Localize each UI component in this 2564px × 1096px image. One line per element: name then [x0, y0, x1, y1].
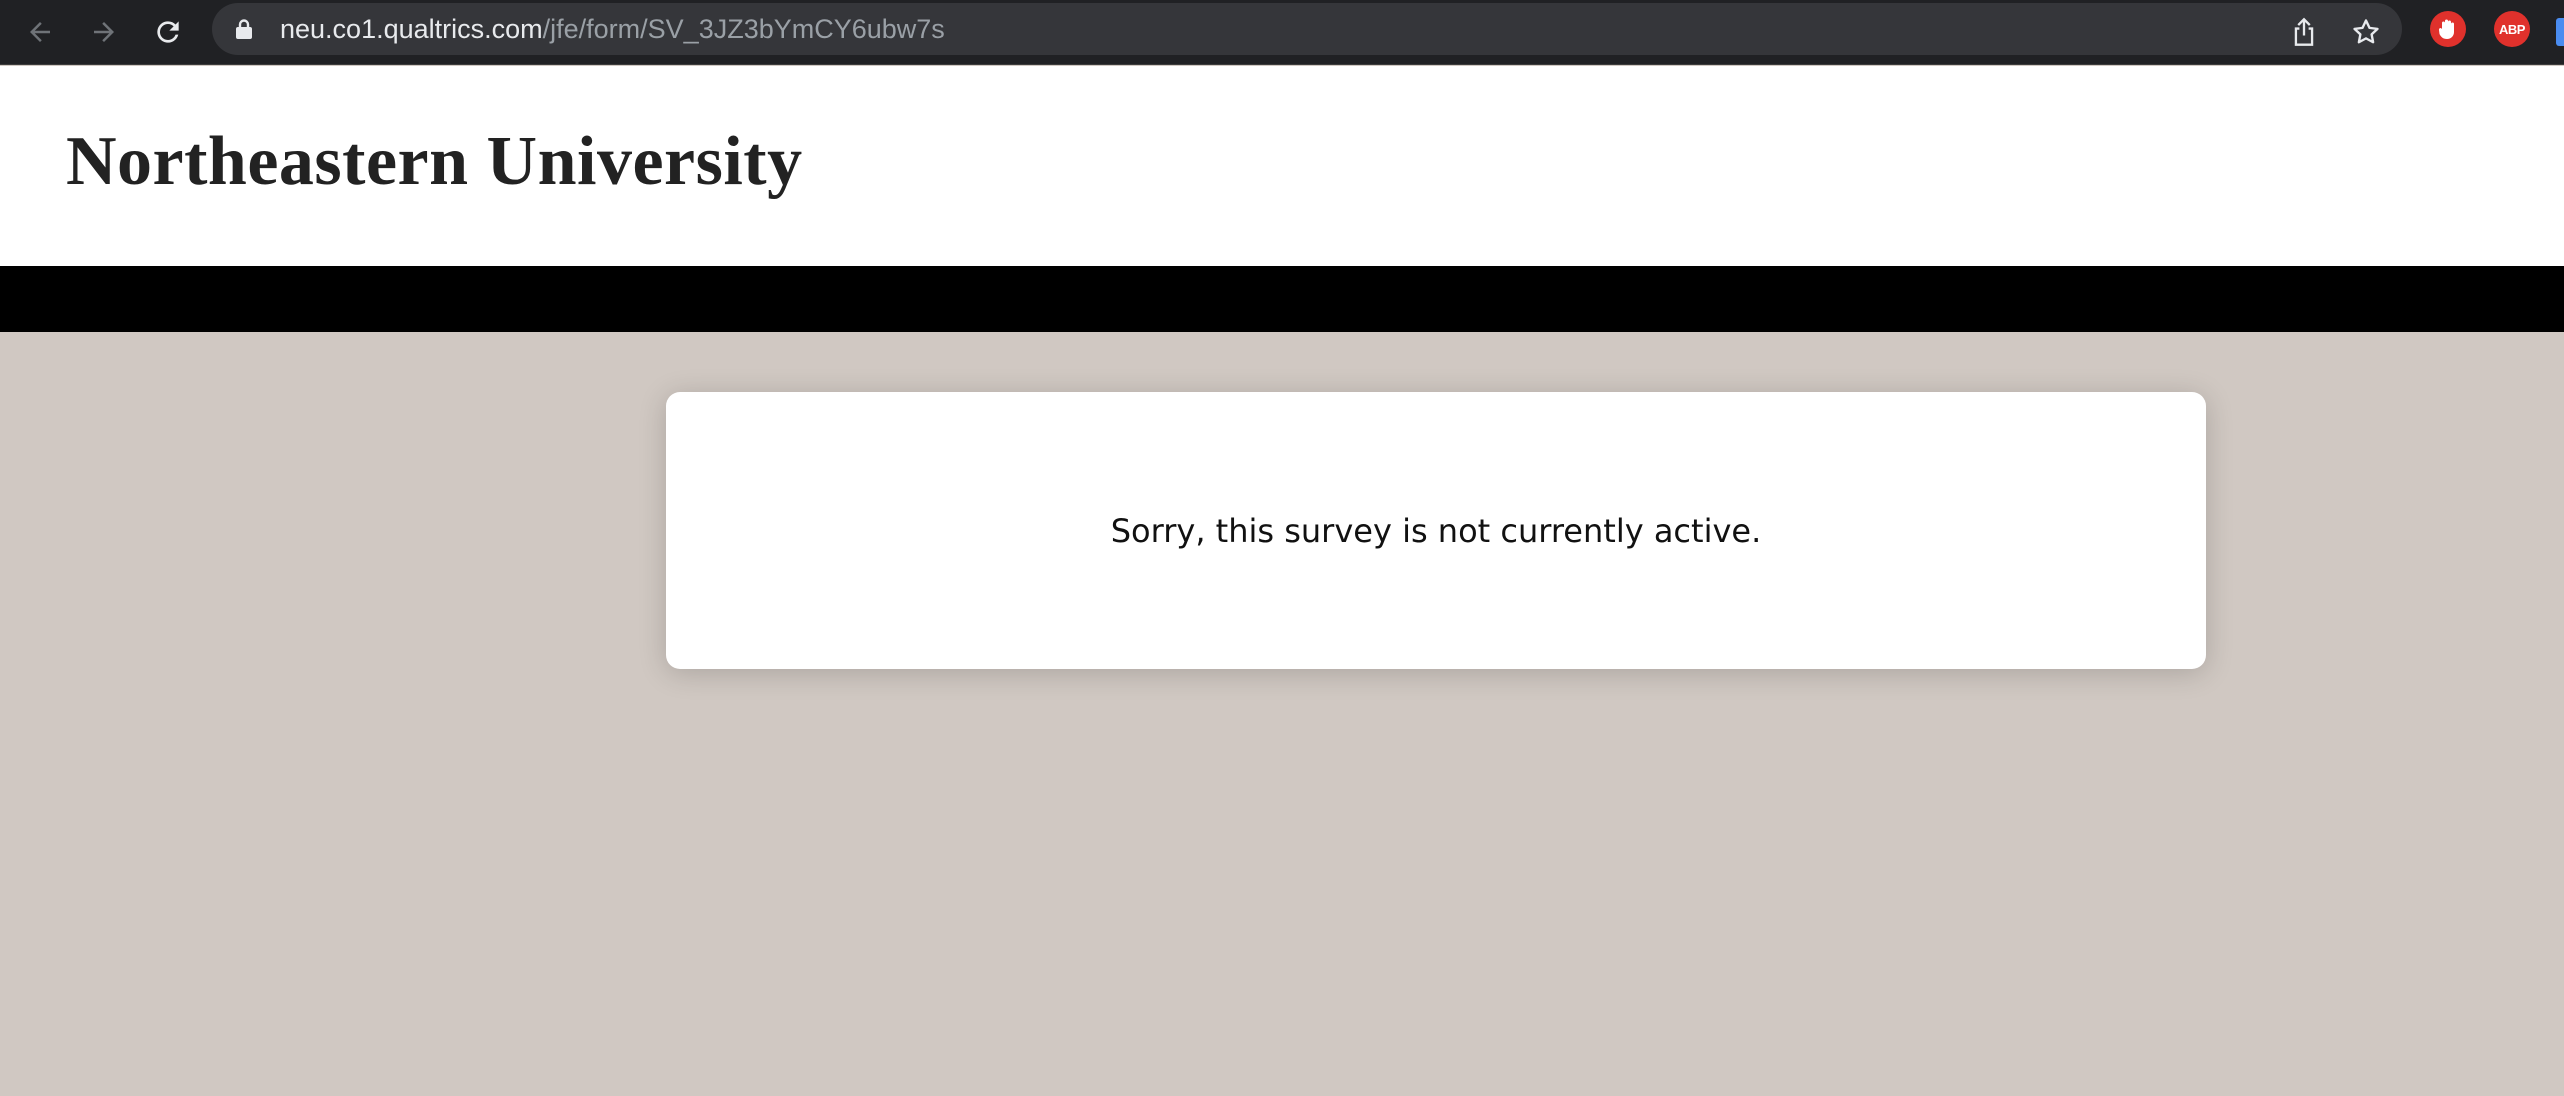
adblock-extension-button[interactable] [2430, 11, 2466, 47]
arrow-right-icon [94, 22, 114, 42]
browser-toolbar: neu.co1.qualtrics.com/jfe/form/SV_3JZ3bY… [0, 0, 2564, 65]
share-button[interactable] [2284, 12, 2324, 52]
header-divider-bar [0, 266, 2564, 332]
share-icon [2294, 17, 2314, 46]
university-logo-title: Northeastern University [66, 123, 803, 200]
extension-icon-partial[interactable] [2556, 18, 2564, 46]
address-bar[interactable]: neu.co1.qualtrics.com/jfe/form/SV_3JZ3bY… [212, 3, 2402, 55]
site-header: Northeastern University [0, 66, 2564, 266]
abp-extension-button[interactable]: ABP [2494, 11, 2530, 47]
survey-message-card: Sorry, this survey is not currently acti… [666, 392, 2206, 669]
hand-icon [2438, 19, 2454, 39]
forward-button[interactable] [84, 12, 124, 52]
arrow-left-icon [30, 22, 50, 42]
star-icon [2353, 19, 2379, 44]
reload-icon [157, 21, 179, 43]
lock-icon [236, 19, 252, 39]
url-text: neu.co1.qualtrics.com/jfe/form/SV_3JZ3bY… [280, 3, 945, 55]
url-path: /jfe/form/SV_3JZ3bYmCY6ubw7s [542, 14, 945, 44]
url-host: neu.co1.qualtrics.com [280, 14, 543, 44]
survey-inactive-message: Sorry, this survey is not currently acti… [1110, 512, 1762, 550]
bookmark-button[interactable] [2346, 12, 2386, 52]
reload-button[interactable] [148, 12, 188, 52]
back-button[interactable] [20, 12, 60, 52]
